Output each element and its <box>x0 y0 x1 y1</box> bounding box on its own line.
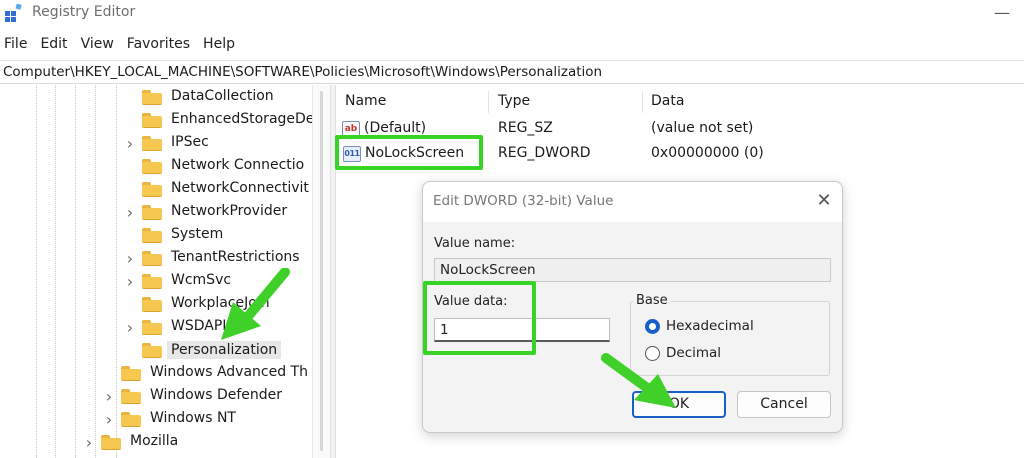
tree-item-mozilla[interactable]: › Mozilla <box>0 431 312 453</box>
tree-item-windows-defender[interactable]: › Windows Defender <box>0 385 312 407</box>
chevron-right-icon[interactable]: › <box>124 203 136 222</box>
tree-item-networkprovider[interactable]: › NetworkProvider <box>0 201 312 223</box>
tree-item-datacollection[interactable]: DataCollection <box>0 86 312 108</box>
tree-item-label: NetworkConnectivit <box>171 180 309 196</box>
chevron-right-icon[interactable]: › <box>124 272 136 291</box>
folder-icon <box>142 320 162 335</box>
tree-item-label: Windows Advanced Th <box>150 364 308 380</box>
list-header: Name Type Data <box>336 91 1024 113</box>
tree-item-label: NetworkProvider <box>171 203 288 219</box>
folder-icon <box>101 435 121 450</box>
tree-item-ipsec[interactable]: › IPSec <box>0 132 312 154</box>
address-bar[interactable]: Computer\HKEY_LOCAL_MACHINE\SOFTWARE\Pol… <box>0 60 1024 84</box>
tree-scrollbar[interactable] <box>312 85 330 458</box>
dialog-title: Edit DWORD (32-bit) Value <box>433 193 614 209</box>
tree-item-label: Windows Defender <box>150 387 283 403</box>
tree-item-label: System <box>171 226 224 242</box>
folder-icon <box>142 159 162 174</box>
tree-item-label: Mozilla <box>130 433 179 449</box>
folder-icon <box>121 412 141 427</box>
tree-item-enhancedstoragede[interactable]: EnhancedStorageDe <box>0 109 315 131</box>
tree-item-windows-nt[interactable]: › Windows NT <box>0 408 312 430</box>
folder-icon <box>142 228 162 243</box>
folder-icon <box>121 389 141 404</box>
dialog-title-bar: Edit DWORD (32-bit) Value ✕ <box>423 182 842 222</box>
column-type-header[interactable]: Type <box>498 93 530 109</box>
cancel-button[interactable]: Cancel <box>737 391 831 418</box>
chevron-right-icon[interactable]: › <box>124 249 136 268</box>
value-data-highlight <box>423 281 536 355</box>
chevron-right-icon[interactable]: › <box>103 410 115 429</box>
nolockscreen-highlight <box>335 135 483 170</box>
menu-favorites[interactable]: Favorites <box>121 34 197 56</box>
address-path[interactable]: Computer\HKEY_LOCAL_MACHINE\SOFTWARE\Pol… <box>3 64 602 80</box>
radio-hexadecimal[interactable]: Hexadecimal <box>645 317 785 337</box>
base-label: Base <box>633 293 671 308</box>
value-name-label: Value name: <box>434 236 516 251</box>
menu-file[interactable]: File <box>0 34 34 56</box>
tree-item-label: Windows NT <box>150 410 236 426</box>
value-name: (Default) <box>364 120 427 136</box>
folder-icon <box>142 274 162 289</box>
registry-editor-icon <box>5 4 22 22</box>
close-icon[interactable]: ✕ <box>811 188 837 214</box>
tree-scrollbar-thumb[interactable] <box>320 91 323 451</box>
tree-item-system[interactable]: System <box>0 224 312 246</box>
folder-icon <box>142 205 162 220</box>
tree-item-label: IPSec <box>171 134 209 150</box>
arrow-to-personalization-icon <box>221 268 290 340</box>
value-name-field: NoLockScreen <box>434 258 831 282</box>
column-separator[interactable] <box>488 91 489 113</box>
chevron-right-icon[interactable]: › <box>124 318 136 337</box>
tree-item-windows-advanced-th[interactable]: Windows Advanced Th <box>0 362 312 384</box>
chevron-right-icon[interactable]: › <box>124 134 136 153</box>
tree-item-label: Network Connectio <box>171 157 305 173</box>
radio-selected-icon[interactable] <box>645 319 660 334</box>
chevron-right-icon[interactable]: › <box>83 433 95 452</box>
column-name-header[interactable]: Name <box>345 93 386 109</box>
value-type: REG_SZ <box>498 120 553 136</box>
folder-icon <box>142 343 162 358</box>
menu-bar: File Edit View Favorites Help <box>0 34 242 56</box>
folder-icon <box>142 113 162 128</box>
column-data-header[interactable]: Data <box>651 93 684 109</box>
menu-edit[interactable]: Edit <box>34 34 74 56</box>
folder-icon <box>142 297 162 312</box>
folder-icon <box>142 136 162 151</box>
minimize-button[interactable]: — <box>990 3 1014 22</box>
tree-item-label: DataCollection <box>171 88 274 104</box>
tree-item-networkconnectivit[interactable]: NetworkConnectivit <box>0 178 312 200</box>
folder-icon <box>142 251 162 266</box>
column-separator[interactable] <box>642 91 643 113</box>
window-title: Registry Editor <box>32 4 136 20</box>
tree-item-label: TenantRestrictions <box>171 249 300 265</box>
folder-icon <box>142 182 162 197</box>
value-data: 0x00000000 (0) <box>651 145 764 161</box>
radio-label: Hexadecimal <box>666 318 754 334</box>
folder-icon <box>121 366 141 381</box>
menu-view[interactable]: View <box>75 34 121 56</box>
folder-icon <box>142 90 162 105</box>
menu-help[interactable]: Help <box>197 34 242 56</box>
value-data: (value not set) <box>651 120 754 136</box>
arrow-to-ok-icon <box>601 353 676 408</box>
title-bar: Registry Editor — <box>0 0 1024 28</box>
tree-item-tenantrestrictions[interactable]: › TenantRestrictions <box>0 247 312 269</box>
tree-item-label: EnhancedStorageDe <box>171 111 315 127</box>
tree-item-network-connectio[interactable]: Network Connectio <box>0 155 312 177</box>
value-type: REG_DWORD <box>498 145 591 161</box>
chevron-right-icon[interactable]: › <box>103 387 115 406</box>
